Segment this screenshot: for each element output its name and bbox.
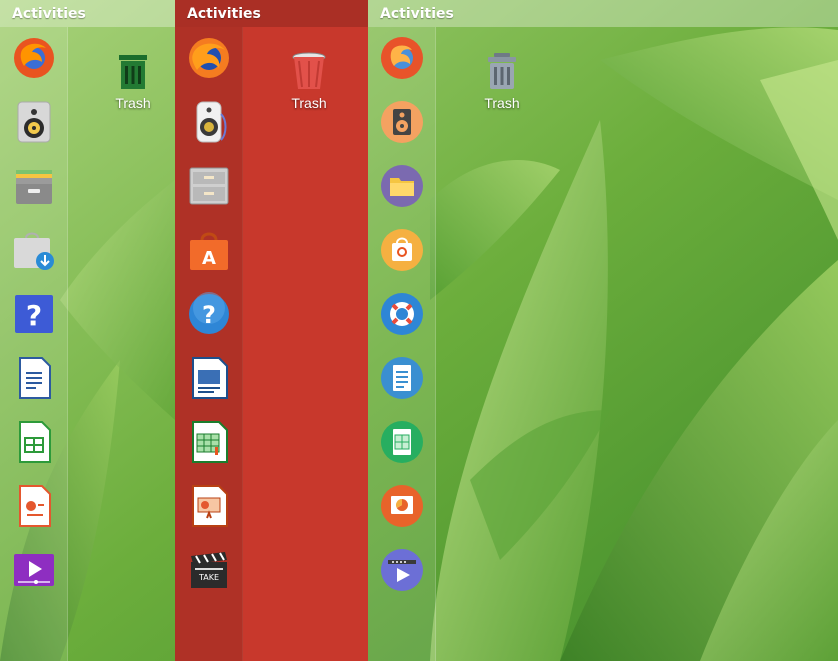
files-icon[interactable] <box>187 164 231 208</box>
software-icon[interactable] <box>12 228 56 272</box>
writer-icon[interactable] <box>380 356 424 400</box>
impress-icon[interactable] <box>12 484 56 528</box>
dock <box>368 27 436 661</box>
software-icon[interactable]: A <box>187 228 231 272</box>
dock: ? <box>0 27 68 661</box>
svg-text:?: ? <box>26 299 42 332</box>
trash-label: Trash <box>484 95 520 111</box>
trash-icon <box>287 49 331 93</box>
svg-text:?: ? <box>202 301 216 329</box>
desktop-panel-1: Activities ? Trash <box>0 0 175 661</box>
calc-icon[interactable] <box>12 420 56 464</box>
rhythmbox-icon[interactable] <box>380 100 424 144</box>
desktop-panel-2: Activities A ? TAKE Trash <box>175 0 368 661</box>
calc-icon[interactable] <box>187 420 231 464</box>
firefox-icon[interactable] <box>12 36 56 80</box>
impress-icon[interactable] <box>380 484 424 528</box>
activities-button[interactable]: Activities <box>12 6 86 22</box>
rhythmbox-icon[interactable] <box>12 100 56 144</box>
impress-icon[interactable] <box>187 484 231 528</box>
writer-icon[interactable] <box>187 356 231 400</box>
rhythmbox-icon[interactable] <box>187 100 231 144</box>
trash-label: Trash <box>291 95 327 111</box>
files-icon[interactable] <box>380 164 424 208</box>
software-icon[interactable] <box>380 228 424 272</box>
top-bar: Activities <box>175 0 368 27</box>
calc-icon[interactable] <box>380 420 424 464</box>
help-icon[interactable] <box>380 292 424 336</box>
videos-icon[interactable] <box>12 548 56 592</box>
videos-icon[interactable]: TAKE <box>187 548 231 592</box>
dock: A ? TAKE <box>175 27 243 661</box>
top-bar: Activities <box>0 0 175 27</box>
svg-text:TAKE: TAKE <box>198 573 219 582</box>
desktop-panel-3: Activities Trash <box>368 0 838 661</box>
svg-text:A: A <box>202 248 216 269</box>
trash-icon <box>480 49 524 93</box>
trash-label: Trash <box>115 95 151 111</box>
videos-icon[interactable] <box>380 548 424 592</box>
top-bar: Activities <box>368 0 838 27</box>
trash-desktop-item[interactable]: Trash <box>93 49 173 111</box>
firefox-icon[interactable] <box>380 36 424 80</box>
writer-icon[interactable] <box>12 356 56 400</box>
trash-desktop-item[interactable]: Trash <box>269 49 349 111</box>
help-icon[interactable]: ? <box>12 292 56 336</box>
activities-button[interactable]: Activities <box>187 6 261 22</box>
firefox-icon[interactable] <box>187 36 231 80</box>
files-icon[interactable] <box>12 164 56 208</box>
activities-button[interactable]: Activities <box>380 6 454 22</box>
help-icon[interactable]: ? <box>187 292 231 336</box>
trash-desktop-item[interactable]: Trash <box>462 49 542 111</box>
trash-icon <box>111 49 155 93</box>
